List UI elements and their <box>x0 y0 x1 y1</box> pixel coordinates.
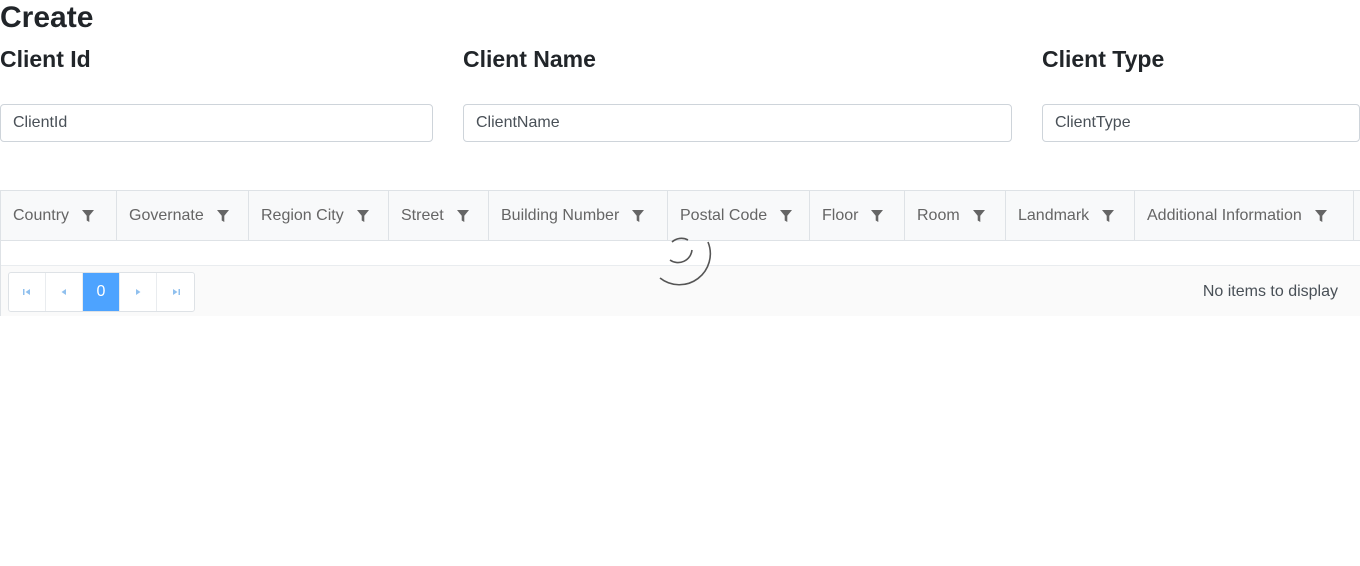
client-name-label: Client Name <box>463 46 596 72</box>
page-title: Create <box>0 1 94 34</box>
column-header-landmark[interactable]: Landmark <box>1006 191 1135 240</box>
column-header-building-number[interactable]: Building Number <box>489 191 668 240</box>
column-header-room[interactable]: Room <box>905 191 1006 240</box>
filter-icon[interactable] <box>356 209 370 223</box>
last-page-icon <box>172 289 180 295</box>
first-page-button[interactable] <box>9 273 46 311</box>
next-page-icon <box>136 289 141 295</box>
page-number-button[interactable]: 0 <box>83 273 120 311</box>
client-type-input[interactable] <box>1042 104 1360 142</box>
column-label: Governate <box>129 206 204 224</box>
column-label: Street <box>401 206 444 224</box>
filter-icon[interactable] <box>216 209 230 223</box>
column-label: Floor <box>822 206 859 224</box>
pager-buttons: 0 <box>8 272 195 312</box>
column-header-governate[interactable]: Governate <box>117 191 249 240</box>
client-name-input[interactable] <box>463 104 1012 142</box>
column-header-country[interactable]: Country <box>1 191 117 240</box>
filter-icon[interactable] <box>972 209 986 223</box>
column-label: Building Number <box>501 206 620 224</box>
filter-icon[interactable] <box>779 209 793 223</box>
column-label: Country <box>13 206 70 224</box>
filter-icon[interactable] <box>456 209 470 223</box>
filter-icon[interactable] <box>81 209 95 223</box>
filter-icon[interactable] <box>870 209 884 223</box>
column-header-region-city[interactable]: Region City <box>249 191 389 240</box>
last-page-button[interactable] <box>157 273 194 311</box>
previous-page-button[interactable] <box>46 273 83 311</box>
column-header-floor[interactable]: Floor <box>810 191 905 240</box>
pager-info: No items to display <box>1202 283 1338 300</box>
next-page-button[interactable] <box>120 273 157 311</box>
filter-icon[interactable] <box>631 209 645 223</box>
column-label: Room <box>917 206 960 224</box>
column-header-street[interactable]: Street <box>389 191 489 240</box>
client-id-input[interactable] <box>0 104 433 142</box>
client-id-label: Client Id <box>0 46 91 72</box>
previous-page-icon <box>61 289 66 295</box>
client-type-label: Client Type <box>1042 46 1165 72</box>
first-page-icon <box>23 289 30 295</box>
column-header-additional-information[interactable]: Additional Information <box>1135 191 1354 240</box>
column-label: Landmark <box>1018 206 1090 224</box>
column-label: Region City <box>261 206 344 224</box>
filter-icon[interactable] <box>1101 209 1115 223</box>
filter-icon[interactable] <box>1314 209 1328 223</box>
loading-spinner-icon <box>659 237 712 286</box>
column-label: Additional Information <box>1147 206 1302 224</box>
